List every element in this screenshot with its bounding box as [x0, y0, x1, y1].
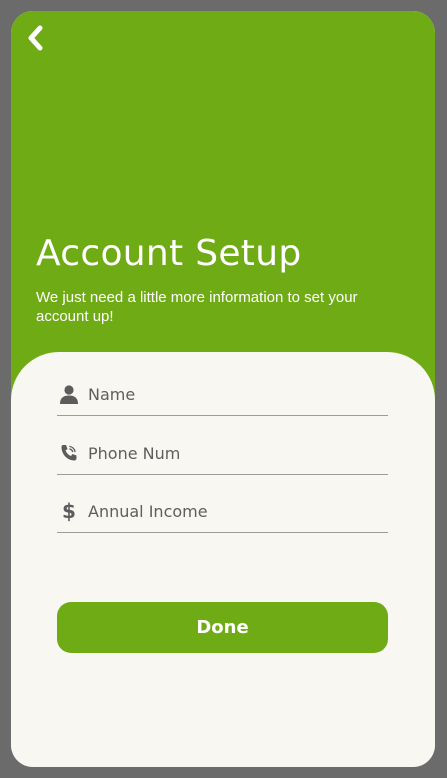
- phone-icon: [59, 442, 79, 464]
- page-subtitle: We just need a little more information t…: [36, 289, 358, 325]
- income-field[interactable]: $: [57, 492, 388, 533]
- name-input[interactable]: [88, 381, 378, 407]
- page-title: Account Setup: [36, 233, 302, 274]
- dollar-icon: $: [59, 500, 79, 522]
- person-icon: [59, 383, 79, 405]
- chevron-left-icon: [28, 25, 43, 51]
- phone-screen: Account Setup We just need a little more…: [11, 11, 435, 767]
- income-input[interactable]: [88, 498, 378, 524]
- back-button[interactable]: [23, 25, 47, 51]
- done-button[interactable]: Done: [57, 602, 388, 653]
- phone-input[interactable]: [88, 440, 378, 466]
- phone-field[interactable]: [57, 434, 388, 475]
- name-field[interactable]: [57, 375, 388, 416]
- dollar-glyph: $: [62, 499, 76, 523]
